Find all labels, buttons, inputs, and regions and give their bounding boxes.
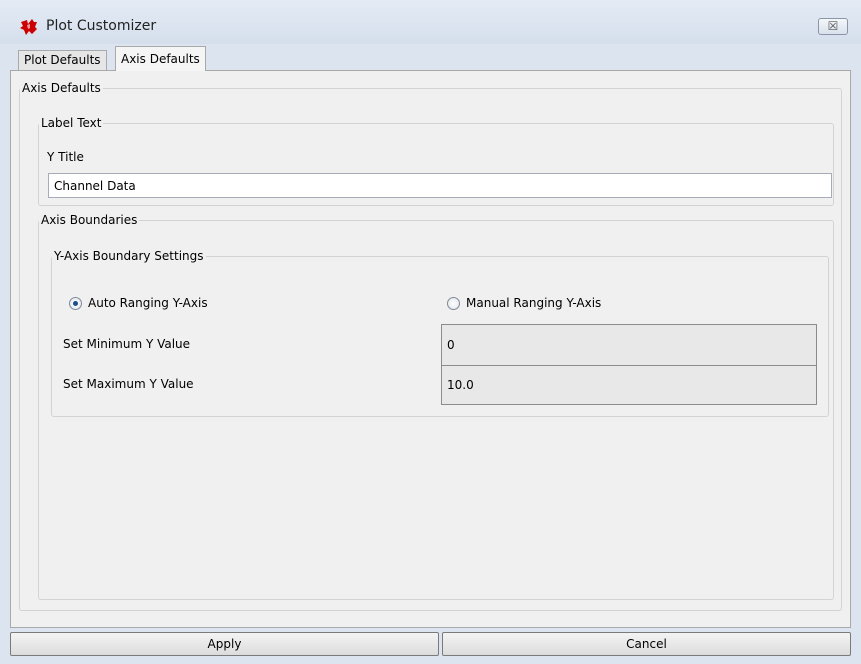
tab-plot-defaults[interactable]: Plot Defaults	[18, 50, 107, 70]
y-axis-boundary-settings-title: Y-Axis Boundary Settings	[54, 249, 204, 263]
auto-ranging-label: Auto Ranging Y-Axis	[88, 296, 208, 310]
auto-ranging-radio[interactable]	[69, 296, 82, 310]
axis-defaults-group-title: Axis Defaults	[22, 81, 101, 95]
max-y-value-field[interactable]: 10.0	[441, 365, 817, 405]
window-title-bar: Plot Customizer ☒	[0, 0, 861, 44]
window-title: Plot Customizer	[46, 18, 157, 34]
manual-ranging-radio[interactable]	[447, 296, 460, 310]
apply-button[interactable]: Apply	[10, 632, 439, 656]
tab-axis-defaults[interactable]: Axis Defaults	[115, 46, 206, 71]
min-y-label: Set Minimum Y Value	[63, 337, 191, 351]
axis-defaults-panel: Axis Defaults Label Text Y Title Axis Bo…	[10, 70, 851, 628]
ti-logo-icon	[20, 19, 37, 35]
max-y-label: Set Maximum Y Value	[63, 377, 194, 391]
close-icon: ☒	[827, 19, 839, 33]
y-title-label: Y Title	[47, 150, 84, 164]
y-title-input[interactable]	[48, 173, 832, 198]
manual-ranging-option[interactable]: Manual Ranging Y-Axis	[447, 296, 601, 310]
close-button[interactable]: ☒	[818, 18, 848, 35]
axis-boundaries-group-title: Axis Boundaries	[41, 213, 138, 227]
min-y-value-field[interactable]: 0	[441, 324, 817, 366]
label-text-group-title: Label Text	[41, 116, 102, 130]
manual-ranging-label: Manual Ranging Y-Axis	[466, 296, 602, 310]
auto-ranging-option[interactable]: Auto Ranging Y-Axis	[69, 296, 208, 310]
cancel-button[interactable]: Cancel	[442, 632, 851, 656]
